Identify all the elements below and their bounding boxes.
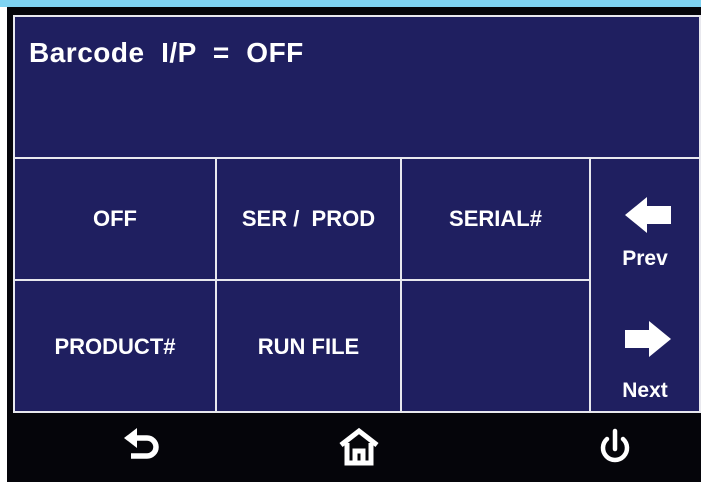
bottom-toolbar bbox=[13, 413, 701, 482]
home-icon[interactable] bbox=[337, 425, 381, 469]
next-label: Next bbox=[622, 379, 668, 402]
parameter-header: Barcode I/P = OFF bbox=[15, 17, 699, 159]
option-ser-prod-label: SER / PROD bbox=[241, 206, 376, 231]
option-run-file-button[interactable]: RUN FILE bbox=[217, 281, 400, 413]
prev-label: Prev bbox=[622, 247, 668, 270]
top-accent-strip bbox=[0, 0, 701, 7]
left-arrow-icon bbox=[625, 197, 671, 233]
option-serial-button[interactable]: SERIAL# bbox=[402, 159, 589, 279]
option-serial-label: SERIAL# bbox=[449, 206, 542, 231]
option-ser-prod-button[interactable]: SER / PROD bbox=[217, 159, 400, 279]
prev-page-button[interactable]: Prev bbox=[591, 159, 699, 281]
next-page-button[interactable]: Next bbox=[591, 281, 699, 413]
parameter-title: Barcode I/P = OFF bbox=[29, 37, 304, 68]
option-product-label: PRODUCT# bbox=[54, 334, 176, 359]
option-run-file-label: RUN FILE bbox=[257, 334, 360, 359]
power-icon[interactable] bbox=[593, 425, 637, 469]
option-off-label: OFF bbox=[93, 206, 137, 231]
device-screen: Barcode I/P = OFF OFF SER / PROD SERIAL#… bbox=[7, 7, 701, 482]
barcode-setting-panel: Barcode I/P = OFF OFF SER / PROD SERIAL#… bbox=[13, 15, 701, 413]
option-product-button[interactable]: PRODUCT# bbox=[15, 281, 215, 413]
option-off-button[interactable]: OFF bbox=[15, 159, 215, 279]
right-arrow-icon bbox=[625, 321, 671, 357]
back-arrow-icon[interactable] bbox=[121, 425, 165, 469]
option-empty-slot bbox=[402, 281, 589, 413]
